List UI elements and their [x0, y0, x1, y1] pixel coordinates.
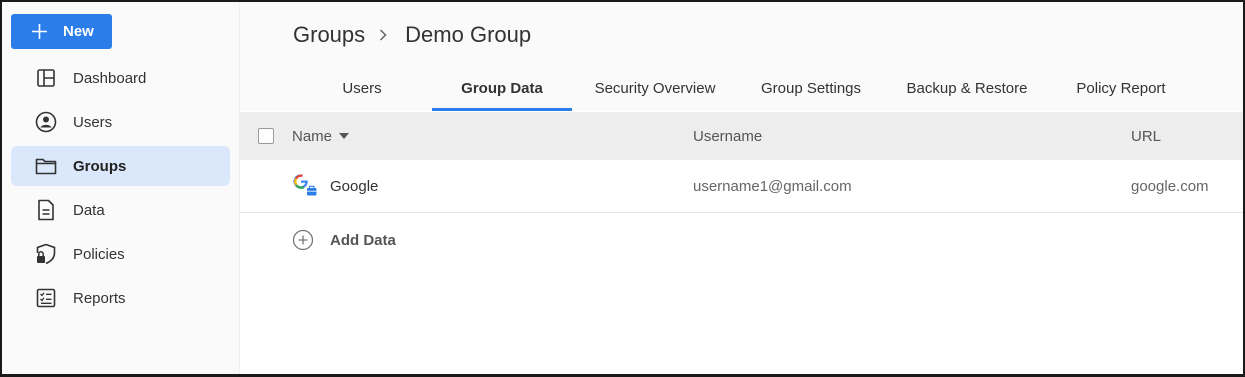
sidebar-item-data[interactable]: Data	[11, 190, 230, 230]
row-url[interactable]: google.com	[1131, 160, 1209, 212]
sidebar-item-policies[interactable]: Policies	[11, 234, 230, 274]
tab-group-data[interactable]: Group Data	[432, 65, 572, 111]
sort-desc-icon	[339, 133, 350, 139]
column-header-name[interactable]: Name	[292, 112, 350, 160]
sidebar-item-reports[interactable]: Reports	[11, 278, 230, 318]
row-name-cell: Google	[293, 160, 378, 212]
tab-backup-restore[interactable]: Backup & Restore	[898, 65, 1036, 111]
new-button[interactable]: New	[11, 14, 112, 49]
plus-icon	[32, 24, 47, 39]
column-header-url[interactable]: URL	[1131, 112, 1161, 160]
table-row[interactable]: Google username1@gmail.com google.com	[240, 160, 1243, 213]
add-data-button[interactable]: Add Data	[292, 218, 396, 262]
sidebar: New Dashboard Users Groups Data Policies…	[2, 2, 240, 374]
chevron-right-icon	[378, 28, 392, 42]
column-header-label: Name	[292, 127, 333, 145]
dashboard-icon	[35, 67, 57, 89]
tab-users[interactable]: Users	[310, 65, 414, 111]
column-header-username[interactable]: Username	[693, 112, 762, 160]
breadcrumb: Groups Demo Group	[293, 22, 531, 48]
plus-circle-icon	[292, 229, 314, 251]
sidebar-item-label: Users	[73, 113, 113, 131]
tab-group-settings[interactable]: Group Settings	[747, 65, 875, 111]
app-window: New Dashboard Users Groups Data Policies…	[0, 0, 1245, 377]
sidebar-item-dashboard[interactable]: Dashboard	[11, 58, 230, 98]
tab-security-overview[interactable]: Security Overview	[590, 65, 720, 111]
sidebar-item-groups[interactable]: Groups	[11, 146, 230, 186]
user-circle-icon	[35, 111, 57, 133]
folder-icon	[35, 155, 57, 177]
shield-lock-icon	[35, 243, 57, 265]
sidebar-item-users[interactable]: Users	[11, 102, 230, 142]
main-content: Groups Demo Group Users Group Data Secur…	[240, 2, 1243, 374]
document-icon	[35, 199, 57, 221]
checklist-icon	[35, 287, 57, 309]
tab-bar: Users Group Data Security Overview Group…	[240, 65, 1243, 111]
sidebar-item-label: Groups	[73, 157, 127, 175]
add-data-label: Add Data	[330, 231, 396, 249]
google-icon	[293, 173, 319, 199]
table-header: Name Username URL	[240, 112, 1243, 160]
tab-policy-report[interactable]: Policy Report	[1066, 65, 1176, 111]
sidebar-item-label: Reports	[73, 289, 126, 307]
sidebar-item-label: Dashboard	[73, 69, 147, 87]
sidebar-nav: Dashboard Users Groups Data Policies Rep…	[11, 58, 230, 322]
sidebar-item-label: Policies	[73, 245, 125, 263]
new-button-label: New	[63, 23, 94, 40]
select-all-checkbox[interactable]	[258, 128, 274, 144]
row-username: username1@gmail.com	[693, 177, 852, 195]
sidebar-item-label: Data	[73, 201, 105, 219]
breadcrumb-parent[interactable]: Groups	[293, 22, 365, 48]
row-name-text: Google	[330, 177, 379, 195]
breadcrumb-current: Demo Group	[405, 22, 532, 47]
